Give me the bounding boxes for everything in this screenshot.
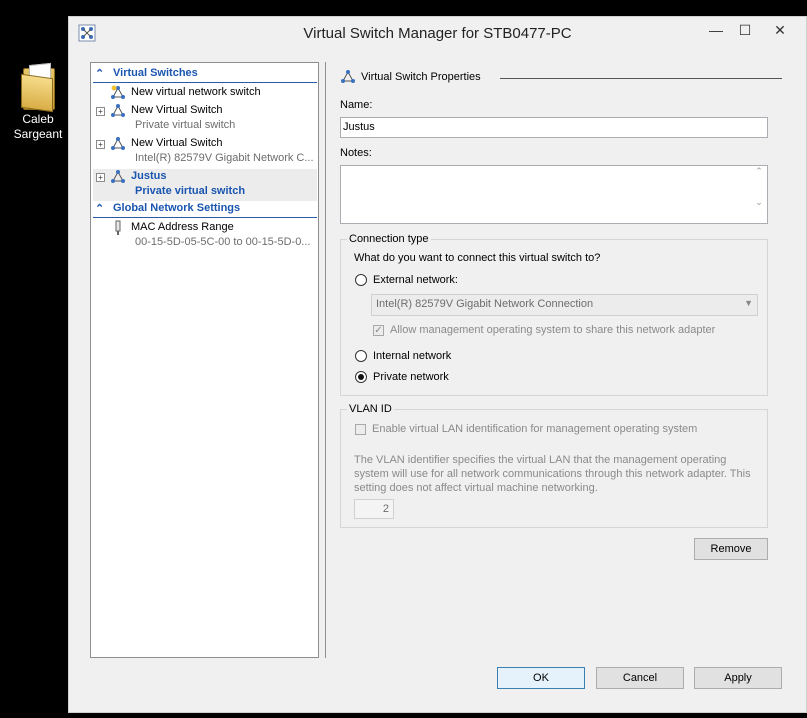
network-switch-icon <box>111 170 125 183</box>
properties-pane: Virtual Switch Properties Name: Justus N… <box>325 62 789 658</box>
vlan-title: VLAN ID <box>347 403 394 415</box>
tree-item-sublabel: Intel(R) 82579V Gigabit Network C... <box>135 152 314 164</box>
vlan-id-input[interactable]: 2 <box>354 499 394 519</box>
close-button[interactable]: ✕ <box>763 19 797 41</box>
network-switch-icon <box>341 70 355 83</box>
maximize-button[interactable]: ☐ <box>732 19 758 41</box>
tree-item-sublabel: 00-15-5D-05-5C-00 to 00-15-5D-0... <box>135 236 311 248</box>
cancel-button[interactable]: Cancel <box>596 667 684 689</box>
global-network-settings-header[interactable]: ⌃ Global Network Settings <box>93 202 317 218</box>
desktop-icon-label-line2: Sargeant <box>13 127 63 141</box>
vlan-group: VLAN ID Enable virtual LAN identificatio… <box>340 403 768 528</box>
connection-type-group: Connection type What do you want to conn… <box>340 233 768 396</box>
notes-label: Notes: <box>340 147 372 159</box>
virtual-switch-manager-window: Virtual Switch Manager for STB0477-PC — … <box>68 16 807 713</box>
tree-item-new-virtual-network-switch[interactable]: New virtual network switch <box>93 85 317 102</box>
tree-item-justus[interactable]: + Justus Private virtual switch <box>93 169 317 201</box>
adapter-select[interactable]: Intel(R) 82579V Gigabit Network Connecti… <box>371 294 758 316</box>
tree-item-sublabel: Private virtual switch <box>135 119 236 131</box>
internal-network-radio[interactable] <box>355 350 367 362</box>
tree-item-mac-address-range[interactable]: MAC Address Range 00-15-5D-05-5C-00 to 0… <box>93 220 317 252</box>
name-label: Name: <box>340 99 373 111</box>
expand-icon[interactable]: + <box>96 107 105 116</box>
private-network-label: Private network <box>373 371 449 383</box>
virtual-switches-section-header[interactable]: ⌃ Virtual Switches <box>93 67 317 83</box>
header-divider <box>500 78 782 79</box>
desktop-icon-label-line1: Caleb <box>22 112 54 126</box>
switch-tree[interactable]: ⌃ Virtual Switches New virtual network s… <box>90 62 319 658</box>
tree-item-switch-2[interactable]: + New Virtual Switch Intel(R) 82579V Gig… <box>93 136 317 168</box>
title-bar[interactable]: Virtual Switch Manager for STB0477-PC — … <box>69 17 806 51</box>
allow-management-checkbox[interactable]: ✓ <box>373 325 384 336</box>
external-network-label: External network: <box>373 274 458 286</box>
tree-item-label: New Virtual Switch <box>131 137 223 149</box>
notes-textarea[interactable] <box>340 165 768 224</box>
network-switch-icon <box>111 104 125 117</box>
tree-item-label: Justus <box>131 170 167 182</box>
enable-vlan-label: Enable virtual LAN identification for ma… <box>372 423 698 435</box>
collapse-chevron-icon[interactable]: ⌃ <box>95 202 105 215</box>
internal-network-label: Internal network <box>373 350 452 362</box>
collapse-chevron-icon[interactable]: ⌃ <box>95 67 105 80</box>
folder-icon <box>21 62 55 113</box>
desktop-folder-icon[interactable]: Caleb Sargeant <box>6 58 70 142</box>
scroll-down-icon[interactable]: ⌄ <box>752 197 766 208</box>
connection-question: What do you want to connect this virtual… <box>354 252 601 264</box>
new-switch-icon <box>111 85 125 99</box>
adapter-select-value: Intel(R) 82579V Gigabit Network Connecti… <box>376 298 594 310</box>
chevron-down-icon: ▼ <box>744 298 753 308</box>
network-switch-icon <box>111 137 125 150</box>
remove-button[interactable]: Remove <box>694 538 768 560</box>
expand-icon[interactable]: + <box>96 173 105 182</box>
tree-item-label: MAC Address Range <box>131 221 234 233</box>
apply-button[interactable]: Apply <box>694 667 782 689</box>
ok-button[interactable]: OK <box>497 667 585 689</box>
tree-item-switch-1[interactable]: + New Virtual Switch Private virtual swi… <box>93 103 317 135</box>
window-title: Virtual Switch Manager for STB0477-PC <box>303 25 572 42</box>
name-input[interactable]: Justus <box>340 117 768 138</box>
tree-item-label: New virtual network switch <box>131 86 261 98</box>
external-network-radio[interactable] <box>355 274 367 286</box>
notes-scrollbar[interactable]: ⌃ ⌄ <box>752 166 766 223</box>
tree-item-label: New Virtual Switch <box>131 104 223 116</box>
enable-vlan-checkbox[interactable] <box>355 424 366 435</box>
allow-management-label: Allow management operating system to sha… <box>390 324 716 336</box>
properties-header-label: Virtual Switch Properties <box>361 71 481 83</box>
private-network-radio[interactable] <box>355 371 367 383</box>
connection-type-title: Connection type <box>347 233 431 245</box>
expand-icon[interactable]: + <box>96 140 105 149</box>
section-label: Global Network Settings <box>113 202 241 214</box>
section-label: Virtual Switches <box>113 67 198 79</box>
adapter-icon <box>115 220 121 235</box>
minimize-button[interactable]: — <box>703 19 729 41</box>
scroll-up-icon[interactable]: ⌃ <box>752 166 766 177</box>
tree-item-sublabel: Private virtual switch <box>135 185 246 197</box>
vlan-description: The VLAN identifier specifies the virtua… <box>354 454 751 494</box>
